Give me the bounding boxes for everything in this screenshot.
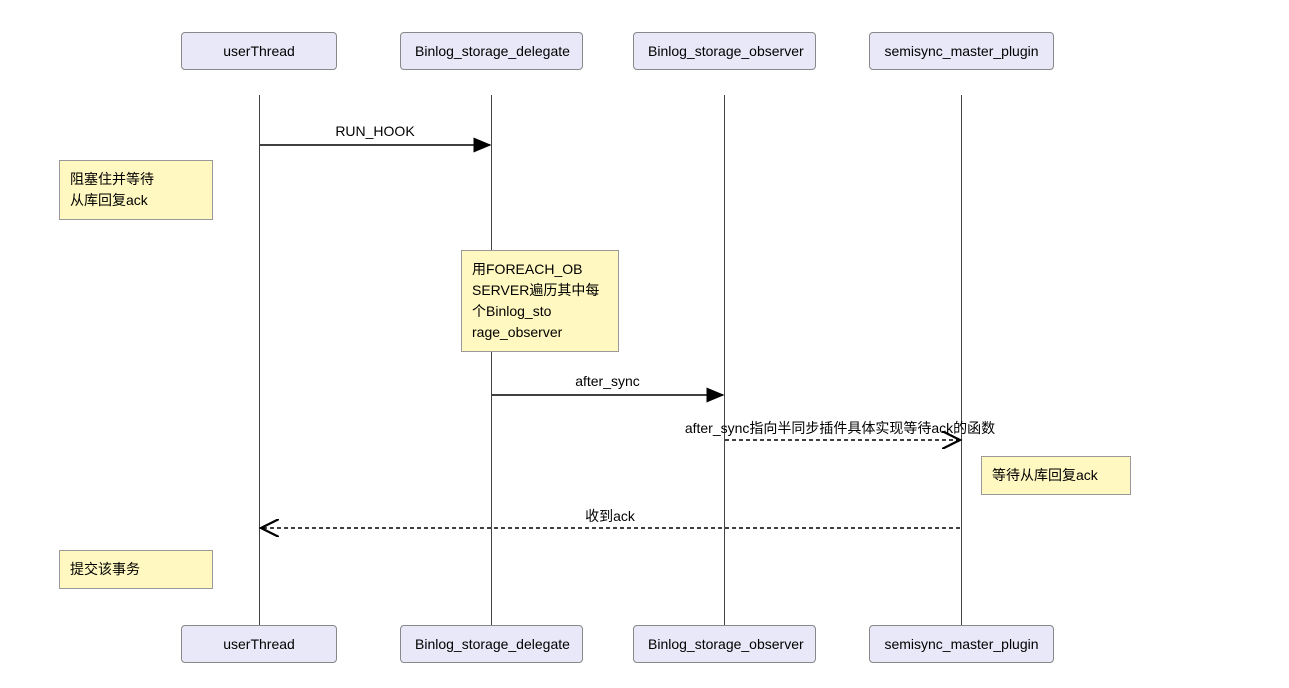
participant-label: Binlog_storage_observer [648,43,804,59]
message-label: RUN_HOOK [335,123,414,139]
participant-top-binlog-storage-observer: Binlog_storage_observer [633,32,816,70]
note-line: 阻塞住并等待 [70,169,202,190]
participant-top-semisync-master-plugin: semisync_master_plugin [869,32,1054,70]
message-label: after_sync指向半同步插件具体实现等待ack的函数 [685,420,995,436]
message-label: 收到ack [585,508,635,524]
participant-label: userThread [223,636,295,652]
participant-label: semisync_master_plugin [884,636,1038,652]
participant-label: Binlog_storage_delegate [415,636,570,652]
note-commit-txn: 提交该事务 [59,550,213,589]
participant-label: Binlog_storage_observer [648,636,804,652]
participant-bottom-semisync-master-plugin: semisync_master_plugin [869,625,1054,663]
message-after-sync-detail: after_sync指向半同步插件具体实现等待ack的函数 [660,418,1020,438]
note-wait-ack: 等待从库回复ack [981,456,1131,495]
note-line: 个Binlog_sto [472,301,608,322]
note-foreach-observer: 用FOREACH_OB SERVER遍历其中每 个Binlog_sto rage… [461,250,619,352]
lifeline-semisync-master-plugin [961,95,962,625]
participant-bottom-userthread: userThread [181,625,337,663]
message-ack-received: 收到ack [260,506,960,526]
participant-label: Binlog_storage_delegate [415,43,570,59]
note-block-wait-ack: 阻塞住并等待 从库回复ack [59,160,213,220]
note-line: 等待从库回复ack [992,467,1098,483]
participant-bottom-binlog-storage-observer: Binlog_storage_observer [633,625,816,663]
note-line: 从库回复ack [70,190,202,211]
lifeline-binlog-storage-delegate [491,95,492,625]
note-line: SERVER遍历其中每 [472,280,608,301]
participant-top-binlog-storage-delegate: Binlog_storage_delegate [400,32,583,70]
lifeline-binlog-storage-observer [724,95,725,625]
participant-bottom-binlog-storage-delegate: Binlog_storage_delegate [400,625,583,663]
participant-top-userthread: userThread [181,32,337,70]
note-line: 用FOREACH_OB [472,259,608,280]
lifeline-userthread [259,95,260,625]
note-line: rage_observer [472,322,608,343]
message-run-hook: RUN_HOOK [260,123,490,139]
message-label: after_sync [575,373,640,389]
note-line: 提交该事务 [70,561,140,577]
participant-label: semisync_master_plugin [884,43,1038,59]
participant-label: userThread [223,43,295,59]
message-after-sync: after_sync [492,373,723,389]
